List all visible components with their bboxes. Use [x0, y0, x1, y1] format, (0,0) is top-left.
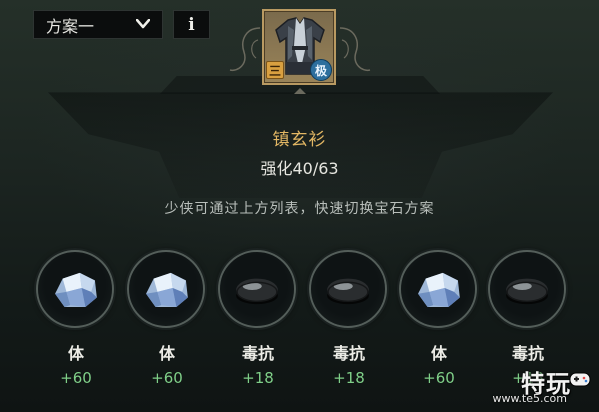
chevron-down-icon: [136, 19, 150, 29]
refine-label: 强化: [260, 159, 293, 178]
watermark-url: www.te5.com: [492, 392, 567, 405]
grade-badge: 极: [310, 59, 332, 81]
gem-value: +18: [333, 369, 365, 387]
gem-socket: [488, 250, 566, 328]
gem-slot[interactable]: 体 +60: [34, 242, 118, 392]
gem-socket: [218, 250, 296, 328]
black-stone-gem-icon: [236, 278, 278, 305]
gem-slot[interactable]: 体 +60: [125, 242, 209, 392]
tier-badge: 三: [266, 61, 284, 79]
gem-socket: [309, 250, 387, 328]
info-icon: i: [188, 14, 195, 35]
watermark: 特玩 www.te5.com: [492, 364, 591, 408]
plan-dropdown-label: 方案一: [46, 16, 95, 36]
gem-name: 毒抗: [332, 344, 365, 363]
crystal-gem-icon: [146, 272, 188, 308]
crystal-gem-icon: [418, 272, 460, 308]
gem-name: 体: [158, 344, 175, 363]
gem-socket: [399, 250, 477, 328]
item-name: 镇玄衫: [272, 130, 327, 150]
gem-slot[interactable]: 毒抗 +18: [216, 242, 300, 392]
hint-text: 少侠可通过上方列表，快速切换宝石方案: [164, 201, 435, 217]
gem-name: 毒抗: [241, 344, 274, 363]
crystal-gem-icon: [55, 272, 97, 308]
gem-slot[interactable]: 体 +60: [397, 242, 481, 392]
black-stone-gem-icon: [506, 278, 548, 305]
gem-slot[interactable]: 毒抗 +18: [307, 242, 391, 392]
refine-value: 40/63: [292, 159, 339, 178]
gem-value: +18: [242, 369, 274, 387]
gem-socket: [36, 250, 114, 328]
gamepad-icon: [569, 372, 591, 387]
plan-dropdown[interactable]: 方案一: [33, 10, 163, 39]
equipment-slot[interactable]: 三 极: [262, 9, 336, 85]
gem-value: +60: [423, 369, 455, 387]
refine-level: 强化40/63: [0, 155, 599, 179]
black-stone-gem-icon: [327, 278, 369, 305]
gem-socket: [127, 250, 205, 328]
info-button[interactable]: i: [173, 10, 210, 39]
gem-name: 毒抗: [511, 344, 544, 363]
gem-name: 体: [430, 344, 447, 363]
gem-name: 体: [67, 344, 84, 363]
gem-value: +60: [60, 369, 92, 387]
gem-value: +60: [151, 369, 183, 387]
